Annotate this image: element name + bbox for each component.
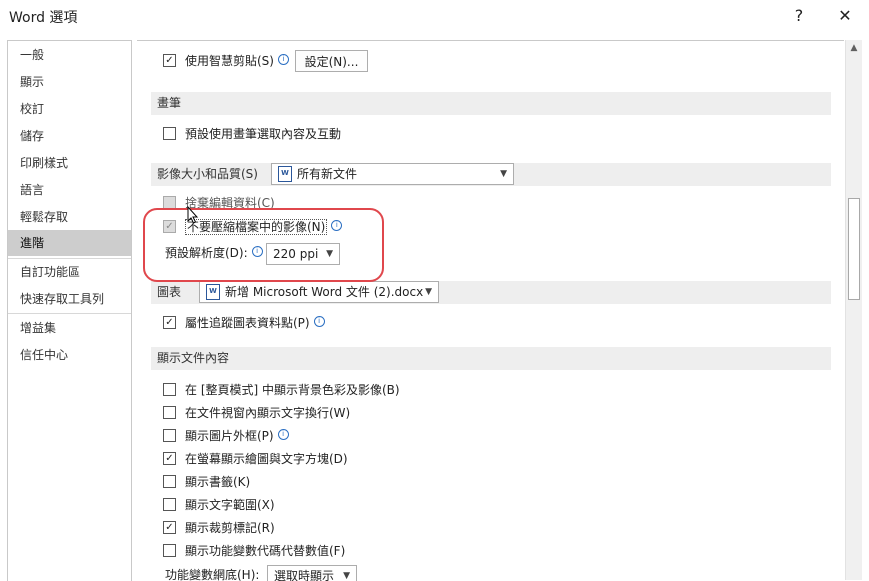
word-document-icon: W: [278, 165, 292, 182]
sidebar-item-trust-center[interactable]: 信任中心: [8, 342, 131, 368]
sidebar-item-proofing[interactable]: 校訂: [8, 96, 131, 122]
display-option-checkbox[interactable]: [163, 429, 176, 442]
vertical-scrollbar[interactable]: ▲: [845, 40, 862, 580]
sidebar: 一般 顯示 校訂 儲存 印刷樣式 語言 輕鬆存取 進階 自訂功能區 快速存取工具…: [7, 40, 132, 581]
display-option-checkbox[interactable]: ✓: [163, 452, 176, 465]
section-header-pen: 畫筆: [151, 92, 831, 115]
display-option-label: 顯示裁剪標記(R): [185, 521, 275, 535]
chart-scope-dropdown[interactable]: W 新增 Microsoft Word 文件 (2).docx ▼: [199, 281, 439, 303]
display-option[interactable]: ✓ 顯示裁剪標記(R): [163, 518, 275, 538]
field-shading-dropdown[interactable]: 選取時顯示 ▼: [267, 565, 357, 581]
info-icon: i: [277, 54, 289, 65]
display-option-checkbox[interactable]: [163, 406, 176, 419]
sidebar-item-general[interactable]: 一般: [8, 42, 131, 68]
sidebar-item-language[interactable]: 語言: [8, 177, 131, 203]
chevron-down-icon: ▼: [425, 287, 432, 297]
display-option-label: 顯示文字範圍(X): [185, 498, 275, 512]
display-option-checkbox[interactable]: [163, 498, 176, 511]
mouse-cursor-icon: [187, 206, 199, 224]
image-size-scope-dropdown[interactable]: W 所有新文件 ▼: [271, 163, 514, 185]
display-option[interactable]: ✓ 在螢幕顯示繪圖與文字方塊(D): [163, 449, 348, 469]
default-pen-label: 預設使用畫筆選取內容及互動: [185, 127, 342, 141]
sidebar-item-quick-access-toolbar[interactable]: 快速存取工具列: [8, 286, 131, 312]
display-option-label: 在文件視窗內顯示文字換行(W): [185, 406, 351, 420]
image-size-scope-value: 所有新文件: [297, 167, 358, 181]
window-title: Word 選項: [9, 10, 78, 26]
sidebar-item-display[interactable]: 顯示: [8, 69, 131, 95]
track-chart-data-checkbox[interactable]: ✓: [163, 316, 176, 329]
sidebar-item-save[interactable]: 儲存: [8, 123, 131, 149]
smart-cut-settings-button[interactable]: 設定(N)...: [295, 50, 368, 72]
smart-cut-checkbox[interactable]: ✓: [163, 54, 176, 67]
info-icon: i: [313, 316, 325, 327]
chart-scope-value: 新增 Microsoft Word 文件 (2).docx: [225, 285, 424, 299]
display-option[interactable]: 在文件視窗內顯示文字換行(W): [163, 403, 350, 423]
display-option-label: 顯示功能變數代碼代替數值(F): [185, 544, 346, 558]
default-pen-option[interactable]: 預設使用畫筆選取內容及互動: [163, 124, 341, 144]
section-header-display-content: 顯示文件內容: [151, 347, 831, 370]
smart-cut-label: 使用智慧剪貼(S): [185, 54, 274, 68]
sidebar-item-typography[interactable]: 印刷樣式: [8, 150, 131, 176]
display-option-checkbox[interactable]: [163, 383, 176, 396]
display-option[interactable]: 顯示書籤(K): [163, 472, 250, 492]
highlight-annotation: [143, 208, 384, 282]
display-option-label: 在 [整頁模式] 中顯示背景色彩及影像(B): [185, 383, 400, 397]
display-option[interactable]: 顯示功能變數代碼代替數值(F): [163, 541, 345, 561]
display-option-label: 顯示圖片外框(P): [185, 429, 274, 443]
display-option-checkbox[interactable]: [163, 475, 176, 488]
help-button[interactable]: ?: [784, 4, 814, 28]
track-chart-data-label: 屬性追蹤圖表資料點(P): [185, 316, 310, 330]
smart-cut-option[interactable]: ✓ 使用智慧剪貼(S) i: [163, 51, 289, 71]
sidebar-item-accessibility[interactable]: 輕鬆存取: [8, 204, 131, 230]
track-chart-data-option[interactable]: ✓ 屬性追蹤圖表資料點(P) i: [163, 313, 325, 333]
scroll-thumb[interactable]: [848, 198, 860, 300]
field-shading-label: 功能變數網底(H):: [165, 568, 260, 581]
title-bar: Word 選項 ? ✕: [0, 0, 869, 33]
sidebar-divider: [8, 313, 131, 314]
field-shading-row: 功能變數網底(H):: [165, 565, 259, 581]
display-option[interactable]: 在 [整頁模式] 中顯示背景色彩及影像(B): [163, 380, 400, 400]
sidebar-item-advanced[interactable]: 進階: [8, 230, 131, 256]
info-icon: i: [277, 429, 289, 440]
display-option-label: 顯示書籤(K): [185, 475, 251, 489]
display-option-checkbox[interactable]: ✓: [163, 521, 176, 534]
default-pen-checkbox[interactable]: [163, 127, 176, 140]
display-option[interactable]: 顯示圖片外框(P) i: [163, 426, 289, 446]
sidebar-item-add-ins[interactable]: 增益集: [8, 315, 131, 341]
chevron-down-icon: ▼: [500, 169, 507, 179]
sidebar-item-customize-ribbon[interactable]: 自訂功能區: [8, 259, 131, 285]
options-content: ✓ 使用智慧剪貼(S) i 設定(N)... 畫筆 預設使用畫筆選取內容及互動 影像…: [137, 40, 844, 581]
display-option-label: 在螢幕顯示繪圖與文字方塊(D): [185, 452, 348, 466]
display-option[interactable]: 顯示文字範圍(X): [163, 495, 275, 515]
display-option-checkbox[interactable]: [163, 544, 176, 557]
scroll-up-icon[interactable]: ▲: [846, 40, 862, 56]
close-button[interactable]: ✕: [830, 4, 860, 28]
word-document-icon: W: [206, 283, 220, 300]
field-shading-value: 選取時顯示: [274, 569, 335, 581]
chevron-down-icon: ▼: [343, 571, 350, 581]
